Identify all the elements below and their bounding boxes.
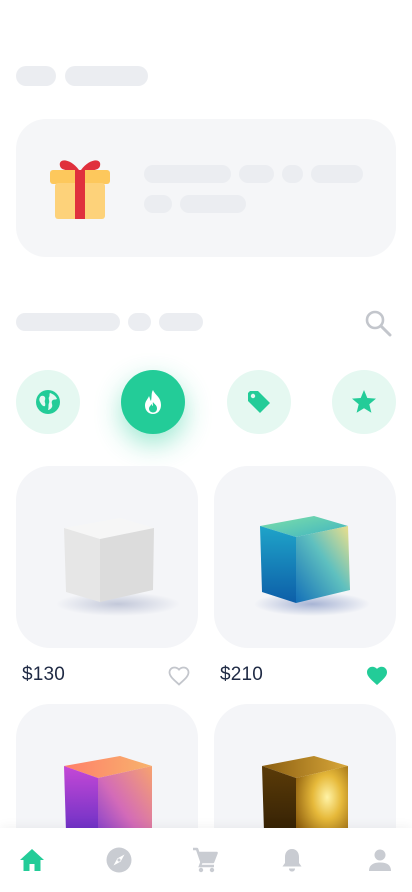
teal-cube-image (254, 516, 370, 616)
gift-icon (50, 160, 110, 219)
promo-skeleton-2 (239, 165, 274, 183)
category-favorites[interactable] (332, 370, 396, 434)
category-deals[interactable] (227, 370, 291, 434)
heart-outline-icon[interactable] (167, 664, 191, 688)
tag-icon (248, 391, 270, 413)
promo-skeleton-6 (180, 195, 246, 213)
header-skeleton-2 (65, 66, 148, 86)
product-card-white-cube[interactable] (16, 466, 198, 648)
white-cube-image (56, 518, 180, 616)
promo-skeleton-1 (144, 165, 231, 183)
section-title-skeleton-1 (16, 313, 120, 331)
section-title-skeleton-2 (128, 313, 151, 331)
promo-skeleton-4 (311, 165, 363, 183)
search-icon[interactable] (362, 307, 394, 339)
profile-icon[interactable] (366, 846, 394, 874)
fire-icon (145, 390, 161, 414)
product-price: $210 (220, 664, 264, 685)
globe-icon (36, 390, 60, 414)
product-price: $130 (22, 664, 66, 685)
home-icon[interactable] (18, 846, 46, 874)
cart-icon[interactable] (191, 846, 219, 874)
promo-skeleton-3 (282, 165, 303, 183)
promo-skeleton-5 (144, 195, 172, 213)
product-card-teal-cube[interactable] (214, 466, 396, 648)
heart-filled-icon[interactable] (365, 664, 389, 688)
compass-icon[interactable] (105, 846, 133, 874)
bell-icon[interactable] (278, 846, 306, 874)
section-title-skeleton-3 (159, 313, 203, 331)
header-skeleton-1 (16, 66, 56, 86)
category-globe[interactable] (16, 370, 80, 434)
star-icon (352, 390, 376, 413)
bottom-tab-bar (0, 828, 412, 892)
category-trending[interactable] (121, 370, 185, 434)
